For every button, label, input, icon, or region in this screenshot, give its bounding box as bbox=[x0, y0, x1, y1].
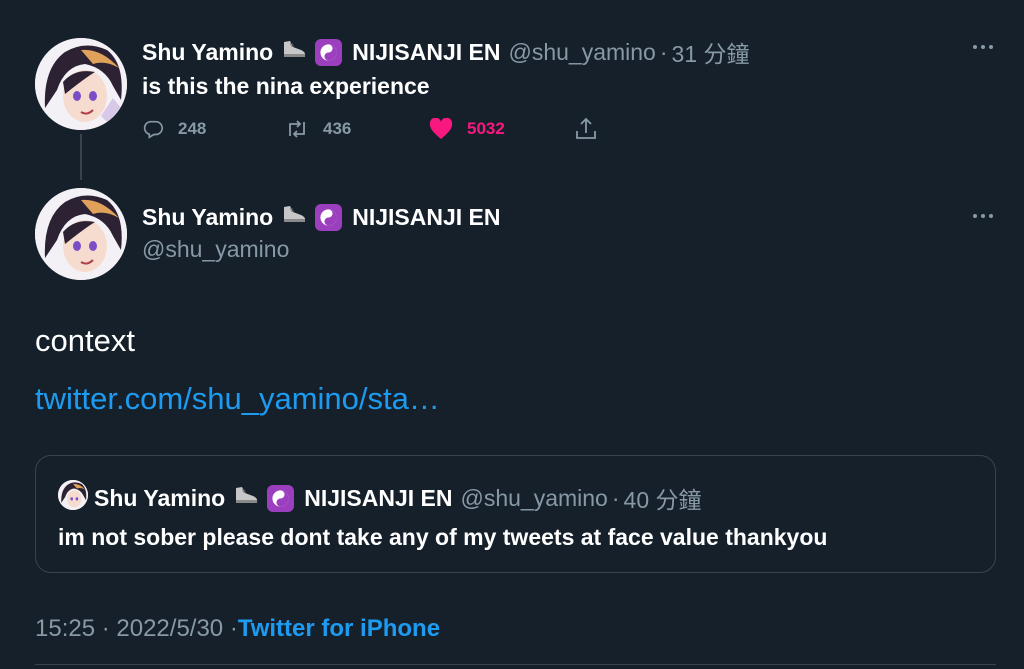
reply-count: 248 bbox=[178, 119, 207, 138]
reply-button[interactable]: 248 bbox=[142, 118, 206, 140]
yin-yang-icon bbox=[315, 38, 343, 66]
reply-tweet-avatar[interactable] bbox=[35, 38, 127, 130]
reply-tweet-text: is this the nina experience bbox=[142, 73, 430, 99]
main-tweet-avatar[interactable] bbox=[35, 188, 127, 280]
main-tweet-header: Shu Yamino NIJISANJI EN bbox=[142, 203, 500, 231]
org-name: NIJISANJI EN bbox=[304, 484, 453, 511]
share-icon bbox=[576, 117, 596, 139]
like-count: 5032 bbox=[467, 119, 505, 138]
main-tweet-text: context bbox=[35, 323, 135, 358]
more-icon[interactable] bbox=[973, 211, 997, 221]
yin-yang-icon bbox=[315, 203, 343, 231]
quoted-tweet-avatar bbox=[58, 480, 88, 510]
shoe-icon bbox=[281, 203, 307, 231]
divider bbox=[35, 664, 996, 665]
yin-yang-icon bbox=[267, 484, 295, 512]
retweet-icon bbox=[289, 120, 305, 138]
tweet-metadata: 15:25 · 2022/5/30 · Twitter for iPhone bbox=[35, 615, 440, 643]
reply-tweet-actions: 248 436 5032 bbox=[142, 116, 622, 144]
tweet-thread: Shu Yamino NIJISANJI EN @shu_yamino · 31… bbox=[0, 0, 1024, 669]
display-name[interactable]: Shu Yamino bbox=[142, 39, 273, 66]
avatar-image bbox=[35, 188, 127, 280]
shoe-icon bbox=[281, 38, 307, 66]
display-name: Shu Yamino bbox=[94, 484, 226, 511]
display-name[interactable]: Shu Yamino bbox=[142, 204, 273, 231]
handle[interactable]: @shu_yamino bbox=[508, 39, 655, 66]
handle: @shu_yamino bbox=[460, 484, 608, 511]
tweet-time[interactable]: 31 分鐘 bbox=[672, 35, 750, 69]
tweet-source[interactable]: Twitter for iPhone bbox=[238, 615, 440, 643]
tweet-time: 40 分鐘 bbox=[623, 487, 702, 513]
org-name: NIJISANJI EN bbox=[352, 38, 501, 65]
shoe-icon bbox=[233, 484, 259, 512]
avatar-image bbox=[58, 480, 88, 510]
more-icon[interactable] bbox=[973, 42, 997, 52]
quoted-tweet-card[interactable]: Shu Yamino NIJISANJI EN @shu_yamino · 40… bbox=[35, 455, 996, 573]
quoted-tweet-text: im not sober please dont take any of my … bbox=[58, 524, 828, 550]
like-button[interactable]: 5032 bbox=[429, 118, 505, 140]
tweet-timestamp[interactable]: 15:25 · 2022/5/30 · bbox=[35, 615, 238, 643]
retweet-button[interactable]: 436 bbox=[285, 118, 351, 140]
share-button[interactable] bbox=[574, 116, 598, 142]
org-name: NIJISANJI EN bbox=[352, 203, 501, 230]
heart-icon bbox=[429, 118, 453, 139]
reply-icon bbox=[143, 120, 163, 139]
retweet-count: 436 bbox=[323, 119, 352, 138]
tweet-link[interactable]: twitter.com/shu_yamino/sta… bbox=[35, 381, 440, 417]
separator-dot: · bbox=[611, 484, 620, 511]
separator-dot: · bbox=[659, 38, 668, 65]
handle[interactable]: @shu_yamino bbox=[142, 236, 289, 263]
thread-connector bbox=[80, 134, 82, 180]
quoted-tweet-header: Shu Yamino NIJISANJI EN @shu_yamino · 40… bbox=[94, 481, 702, 515]
reply-tweet-header: Shu Yamino NIJISANJI EN @shu_yamino · 31… bbox=[142, 35, 750, 69]
avatar-image bbox=[35, 38, 127, 130]
